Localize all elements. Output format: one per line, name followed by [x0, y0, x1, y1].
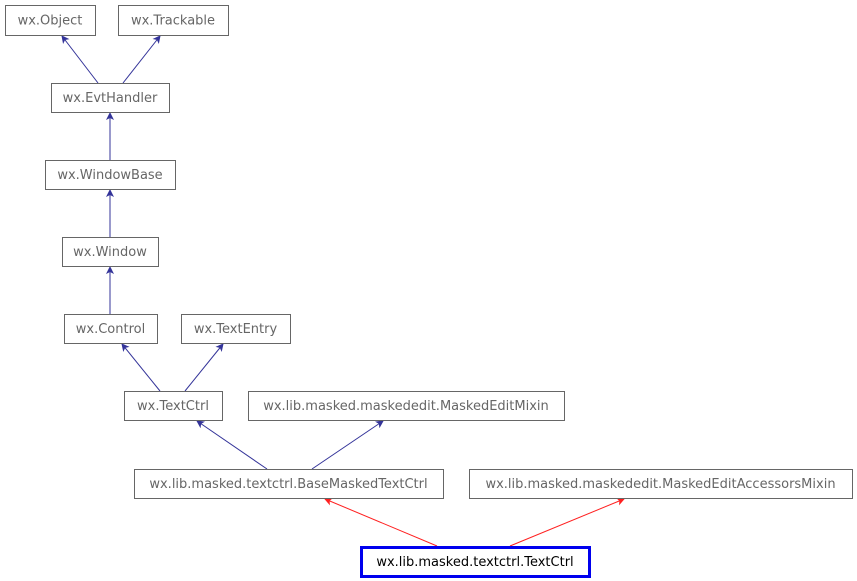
node-wx-windowbase[interactable]: wx.WindowBase [45, 160, 176, 190]
edge-textctrl-to-textentry [184, 343, 224, 392]
node-wx-textentry[interactable]: wx.TextEntry [181, 314, 291, 344]
node-label: wx.lib.masked.textctrl.BaseMaskedTextCtr… [149, 477, 427, 492]
node-label: wx.Object [18, 14, 83, 29]
node-label: wx.lib.masked.textctrl.TextCtrl [376, 555, 573, 570]
edge-evthandler-to-object [61, 35, 99, 84]
edge-textctrl-to-maskededitaccessorsmixin [509, 497, 625, 547]
node-wx-evthandler[interactable]: wx.EvtHandler [51, 83, 170, 113]
node-label: wx.lib.masked.maskededit.MaskedEditMixin [263, 399, 549, 414]
edge-textctrl-to-control [121, 343, 161, 392]
node-wx-control[interactable]: wx.Control [64, 314, 158, 344]
edge-basemaskedtextctrl-to-textctrl [196, 420, 268, 470]
edge-evthandler-to-trackable [122, 35, 161, 84]
node-label: wx.Trackable [131, 14, 215, 29]
node-wx-window[interactable]: wx.Window [62, 237, 159, 267]
node-label: wx.Control [76, 322, 145, 337]
node-label: wx.TextCtrl [137, 399, 209, 414]
edge-basemaskedtextctrl-to-maskededitmixin [311, 420, 384, 470]
node-wx-lib-masked-textctrl-basemaskedtextctrl[interactable]: wx.lib.masked.textctrl.BaseMaskedTextCtr… [134, 469, 444, 499]
node-wx-lib-masked-textctrl-textctrl[interactable]: wx.lib.masked.textctrl.TextCtrl [360, 546, 591, 578]
node-wx-lib-masked-maskededit-maskededitmixin[interactable]: wx.lib.masked.maskededit.MaskedEditMixin [248, 391, 565, 421]
node-wx-textctrl[interactable]: wx.TextCtrl [124, 391, 223, 421]
node-label: wx.TextEntry [194, 322, 278, 337]
edge-textctrl-to-basemaskedtextctrl [324, 498, 438, 547]
node-wx-lib-masked-maskededit-maskededitaccessorsmixin[interactable]: wx.lib.masked.maskededit.MaskedEditAcces… [469, 469, 853, 499]
node-label: wx.WindowBase [57, 168, 162, 183]
node-label: wx.Window [73, 245, 147, 260]
node-wx-object[interactable]: wx.Object [5, 5, 96, 36]
inheritance-diagram: wx.Object wx.Trackable wx.EvtHandler wx.Win… [5, 5, 853, 578]
node-label: wx.lib.masked.maskededit.MaskedEditAcces… [485, 477, 835, 492]
node-wx-trackable[interactable]: wx.Trackable [118, 5, 229, 36]
node-label: wx.EvtHandler [63, 91, 158, 106]
nodes-layer: wx.Object wx.Trackable wx.EvtHandler wx.Win… [5, 5, 853, 578]
